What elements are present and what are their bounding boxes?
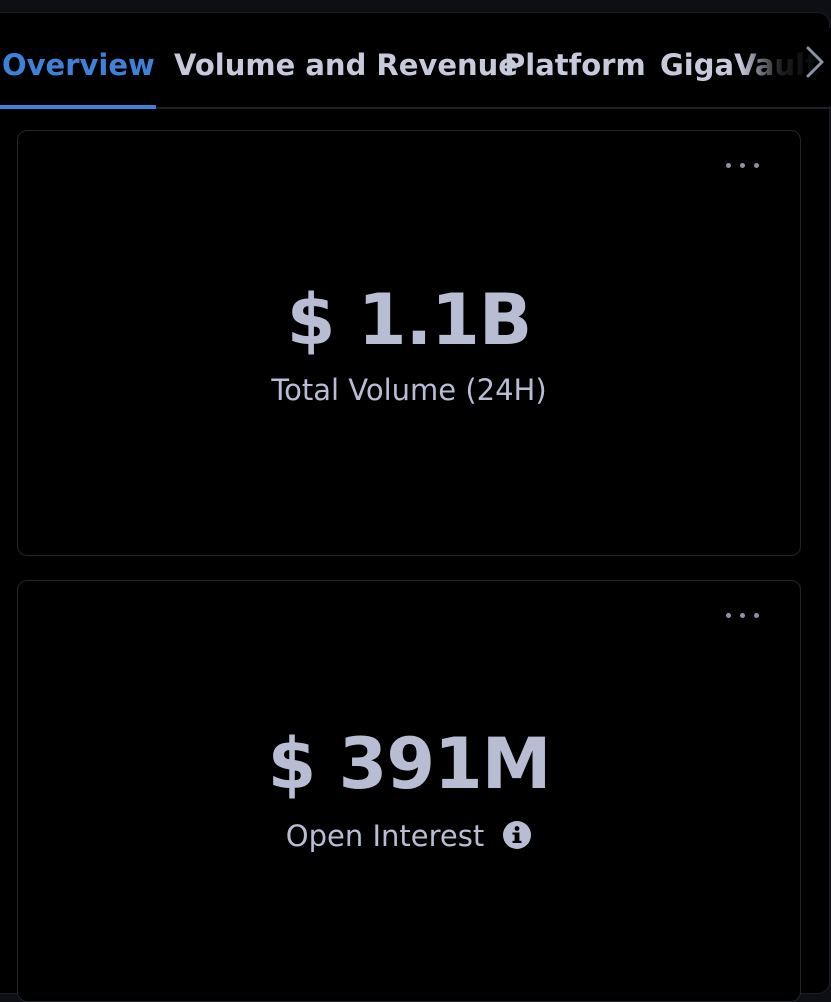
more-horizontal-icon[interactable] xyxy=(726,159,760,171)
active-tab-indicator xyxy=(0,105,156,109)
tab-gigavault[interactable]: GigaVault xyxy=(660,48,819,82)
top-bar xyxy=(0,0,831,12)
tab-platform[interactable]: Platform xyxy=(504,48,646,82)
tab-overview[interactable]: Overview xyxy=(2,48,155,82)
open-interest-label-row: Open Interest xyxy=(18,819,800,853)
open-interest-value: $ 391M xyxy=(267,723,552,805)
total-volume-label: Total Volume (24H) xyxy=(271,373,547,407)
chevron-right-icon[interactable] xyxy=(800,44,828,80)
total-volume-value: $ 1.1B xyxy=(286,279,532,361)
open-interest-card: $ 391M Open Interest xyxy=(17,580,801,1002)
tab-volume-and-revenue[interactable]: Volume and Revenue xyxy=(174,48,518,82)
open-interest-label: Open Interest xyxy=(285,819,485,853)
info-icon[interactable] xyxy=(502,820,532,850)
total-volume-card: $ 1.1B Total Volume (24H) xyxy=(17,130,801,556)
tab-bar: Overview Volume and Revenue Platform Gig… xyxy=(0,28,831,110)
more-horizontal-icon[interactable] xyxy=(726,609,760,621)
